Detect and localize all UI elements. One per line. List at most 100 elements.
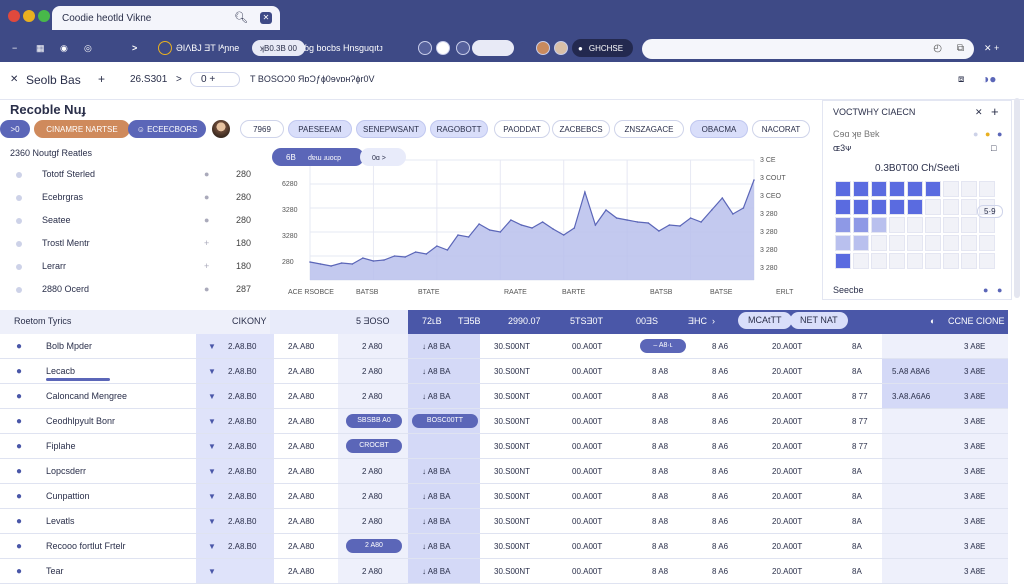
table-row[interactable]: ● ▼ Bolb Mpder 2.A8.B0 2A.A80 2 A80 ↓ A8 BA 30.… [0,334,1008,359]
row-action-pill[interactable]: 2 A80 [346,539,402,553]
clock-icon[interactable]: ◴ [933,43,942,54]
table-row[interactable]: ● ▼ Recooo fortlut Frtelr 2.A8.B0 2A.A80 ↓ A8… [0,534,1008,559]
table-row[interactable]: ● ▼ Tear 2A.A80 2 A80 ↓ A8 BA 30.S00NT 00.A00T 8… [0,559,1008,584]
left-panel-item[interactable]: Seatee ● 280 [10,212,260,232]
table-header-chevron-icon[interactable]: › [712,316,715,326]
row-caret-icon[interactable]: ▼ [208,509,216,534]
avatar[interactable] [212,120,230,138]
table-row[interactable]: ● ▼ Ceodhlpyult Bonr 2.A8.B0 2A.A80 30.S00NT 0… [0,409,1008,434]
left-panel-item[interactable]: Trostl Mentr +180 [10,235,260,255]
filter-chip[interactable]: ☺ ECEECBORS [128,120,206,138]
filter-chip[interactable]: RAGOBOTT [430,120,488,138]
chevron-right-icon[interactable]: > [176,74,182,85]
pager-dot-1[interactable]: ● [983,285,988,295]
right-panel-close-icon[interactable]: ✕ [975,107,983,118]
small-box-icon[interactable]: □ [991,143,996,153]
row-caret-icon[interactable]: ▼ [208,384,216,409]
maximize-window-dot[interactable] [38,10,50,22]
forward-arrow-icon[interactable]: > [132,34,137,62]
search-dark-pill[interactable]: ● GHCHSE [572,39,634,57]
left-panel-item[interactable]: Ecebrgras ● 280 [10,189,260,209]
copy-icon[interactable]: ⧉ [957,43,964,54]
record-circle-icon[interactable] [436,41,450,55]
browser-tab[interactable]: Coodie heotld Vikne 🔍︎ ✕ [52,6,280,30]
filter-chip[interactable]: NACORAT [752,120,810,138]
right-panel-subtitle-2: ɶ3ᴪ [833,143,852,153]
row-caret-icon[interactable]: ▼ [208,559,216,584]
right-panel-badge[interactable]: 5·9 [977,205,1003,218]
left-panel-item[interactable]: 2880 Ocerd ● 287 [10,281,260,301]
data-point [584,191,586,193]
filter-chip[interactable]: ZACBEBCS [552,120,610,138]
header-control[interactable]: 0 + [190,72,240,87]
row-bullet-icon: ● [16,466,23,477]
row-action-pill[interactable]: CROCBT [346,439,402,453]
filter-chip[interactable]: PAESEEAM [288,120,352,138]
left-panel-item[interactable]: Tototf Sterled ● 280 [10,166,260,186]
right-scrollbar[interactable] [1014,98,1020,298]
minus-icon[interactable]: − [12,34,17,62]
row-caret-icon[interactable]: ▼ [208,334,216,359]
right-panel-add-icon[interactable]: + [991,104,999,119]
table-header-settings-icon[interactable]: ◐ [930,316,935,326]
table-cell: 00.A00T [572,367,603,376]
row-action-pill[interactable]: – A8·ʟ [640,339,686,353]
profile-avatar-icon[interactable] [536,41,550,55]
expand-icon[interactable]: ⧈ [958,74,964,85]
tab-close-icon[interactable]: ✕ [260,12,272,24]
theme-toggle-icon[interactable]: ◑● [982,72,997,86]
toggle-icon[interactable]: ● [204,169,209,179]
row-caret-icon[interactable]: ▼ [208,434,216,459]
toggle-icon[interactable]: ● [204,215,209,225]
table-row[interactable]: ● ▼ Caloncand Mengree 2.A8.B0 2A.A80 2 A80 ↓ A… [0,384,1008,409]
pager-dot-2[interactable]: ● [997,285,1002,295]
add-icon[interactable]: + [98,72,105,86]
filter-chip[interactable]: CINAMRE NARTSE [34,120,130,138]
row-action-pill[interactable]: SBSBB A0 [346,414,402,428]
table-row[interactable]: ● ▼ Lecacb 2.A8.B0 2A.A80 2 A80 ↓ A8 BA 30.S00N… [0,359,1008,384]
row-caret-icon[interactable]: ▼ [208,459,216,484]
minimize-window-dot[interactable] [23,10,35,22]
search-icon[interactable]: 🔍︎ [234,11,248,24]
info-circle-icon[interactable] [418,41,432,55]
filter-chip[interactable]: SENEPWSANT [356,120,426,138]
row-action-pill[interactable]: BOSC00TT [412,414,478,428]
table-cell: 20.A00T [772,467,803,476]
cell-shade [882,534,1008,558]
filter-chip[interactable]: 7969 [240,120,284,138]
alert-circle-icon[interactable] [456,41,470,55]
close-icon[interactable]: ✕ [10,74,18,85]
user-avatar-icon[interactable] [554,41,568,55]
row-caret-icon[interactable]: ▼ [208,484,216,509]
table-header-button-2[interactable]: NET NAT [790,312,848,329]
table-row[interactable]: ● ▼ Lopcsderr 2.A8.B0 2A.A80 2 A80 ↓ A8 BA 30.S… [0,459,1008,484]
close-plus-controls[interactable]: ✕ + [984,34,999,62]
filter-chip[interactable]: OBACMA [690,120,748,138]
row-caret-icon[interactable]: ▼ [208,409,216,434]
filter-chip[interactable]: >0 [0,120,30,138]
table-cell: 8 A8 [652,367,669,376]
address-bar[interactable]: ◴ ⧉ [642,39,974,59]
grid-icon[interactable]: ▦ [36,34,45,62]
target-icon[interactable]: ◎ [84,34,92,62]
table-header-button-1[interactable]: MCAtTT [738,312,792,329]
filter-chip[interactable]: ZNSZAGACE [614,120,684,138]
add-icon[interactable]: + [204,238,209,248]
data-point [552,228,554,230]
table-row[interactable]: ● ▼ Levatls 2.A8.B0 2A.A80 2 A80 ↓ A8 BA 30.S00… [0,509,1008,534]
close-window-dot[interactable] [8,10,20,22]
toggle-icon[interactable]: ● [204,192,209,202]
toolbar-pill-2[interactable] [472,40,514,56]
row-caret-icon[interactable]: ▼ [208,534,216,559]
flag-icon[interactable] [520,41,534,55]
left-panel-item[interactable]: Lerarr +180 [10,258,260,278]
eye-icon[interactable]: ◉ [60,34,68,62]
data-point [732,213,734,215]
table-row[interactable]: ● ▼ Fiplahe 2.A8.B0 2A.A80 30.S00NT 00.A00T 8 A… [0,434,1008,459]
filter-chip[interactable]: PAODDAT [494,120,550,138]
table-row[interactable]: ● ▼ Cunpattion 2.A8.B0 2A.A80 2 A80 ↓ A8 BA 30.… [0,484,1008,509]
row-caret-icon[interactable]: ▼ [208,359,216,384]
toolbar-pill[interactable]: ʞB0.3B 00 [252,40,305,56]
toggle-icon[interactable]: ● [204,284,209,294]
add-icon[interactable]: + [204,261,209,271]
